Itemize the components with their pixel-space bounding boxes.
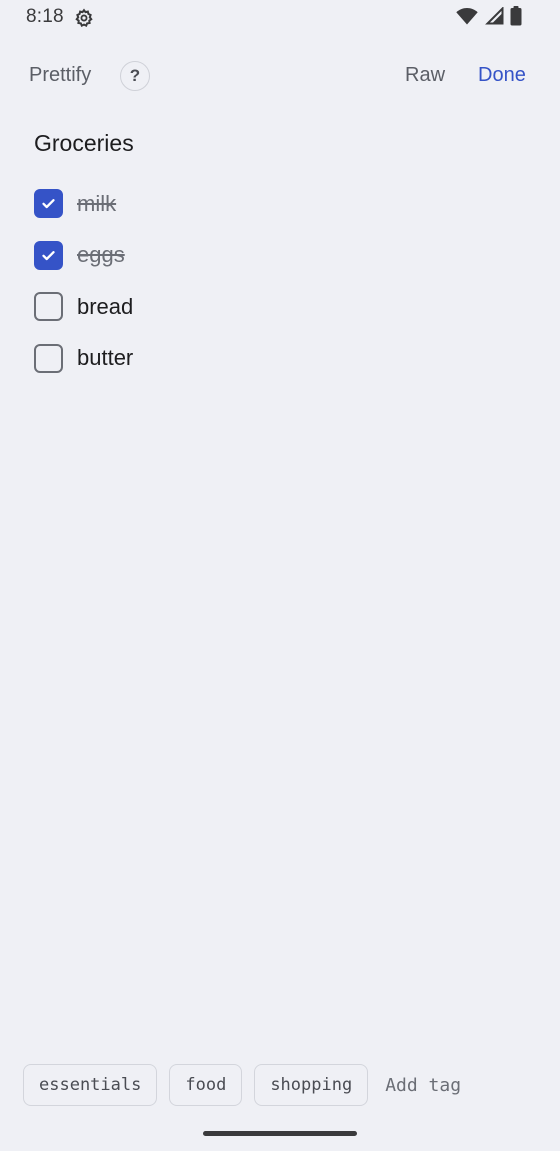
checklist-item-label: milk: [77, 190, 117, 216]
checklist-item-label: bread: [77, 293, 134, 319]
checklist-item[interactable]: milk: [34, 178, 514, 230]
checklist-item[interactable]: butter: [34, 333, 514, 385]
help-button[interactable]: ?: [120, 61, 150, 91]
tag-chip[interactable]: shopping: [254, 1064, 369, 1106]
note-title[interactable]: Groceries: [34, 130, 134, 157]
prettify-label[interactable]: Prettify: [29, 64, 91, 87]
wifi-icon: [456, 7, 478, 30]
checkbox[interactable]: [34, 240, 63, 270]
done-button[interactable]: Done: [478, 64, 526, 87]
status-bar: 8:18: [0, 0, 560, 36]
home-indicator[interactable]: [203, 1131, 357, 1136]
checkmark-icon: [42, 199, 55, 209]
tag-bar: essentials food shopping Add tag: [23, 1064, 461, 1106]
checkbox[interactable]: [34, 189, 63, 219]
checkmark-icon: [42, 250, 55, 260]
checklist-item[interactable]: bread: [34, 281, 514, 333]
checklist-item[interactable]: eggs: [34, 230, 514, 282]
add-tag-button[interactable]: Add tag: [385, 1075, 461, 1096]
status-time: 8:18: [26, 6, 64, 27]
checklist: milk eggs bread butter: [34, 178, 514, 384]
status-icons: [456, 5, 522, 31]
checklist-item-label: butter: [77, 345, 134, 371]
checkbox[interactable]: [34, 292, 63, 322]
tag-chip[interactable]: food: [169, 1064, 243, 1106]
help-icon: ?: [129, 66, 141, 85]
editor-toolbar: Prettify ? Raw Done: [0, 52, 560, 102]
checkbox[interactable]: [34, 343, 63, 373]
checklist-item-label: eggs: [77, 242, 125, 268]
battery-icon: [510, 5, 522, 31]
raw-button[interactable]: Raw: [405, 64, 445, 87]
cell-signal-icon: [484, 5, 504, 30]
tag-chip[interactable]: essentials: [23, 1064, 158, 1106]
settings-gear-icon: [73, 7, 95, 29]
